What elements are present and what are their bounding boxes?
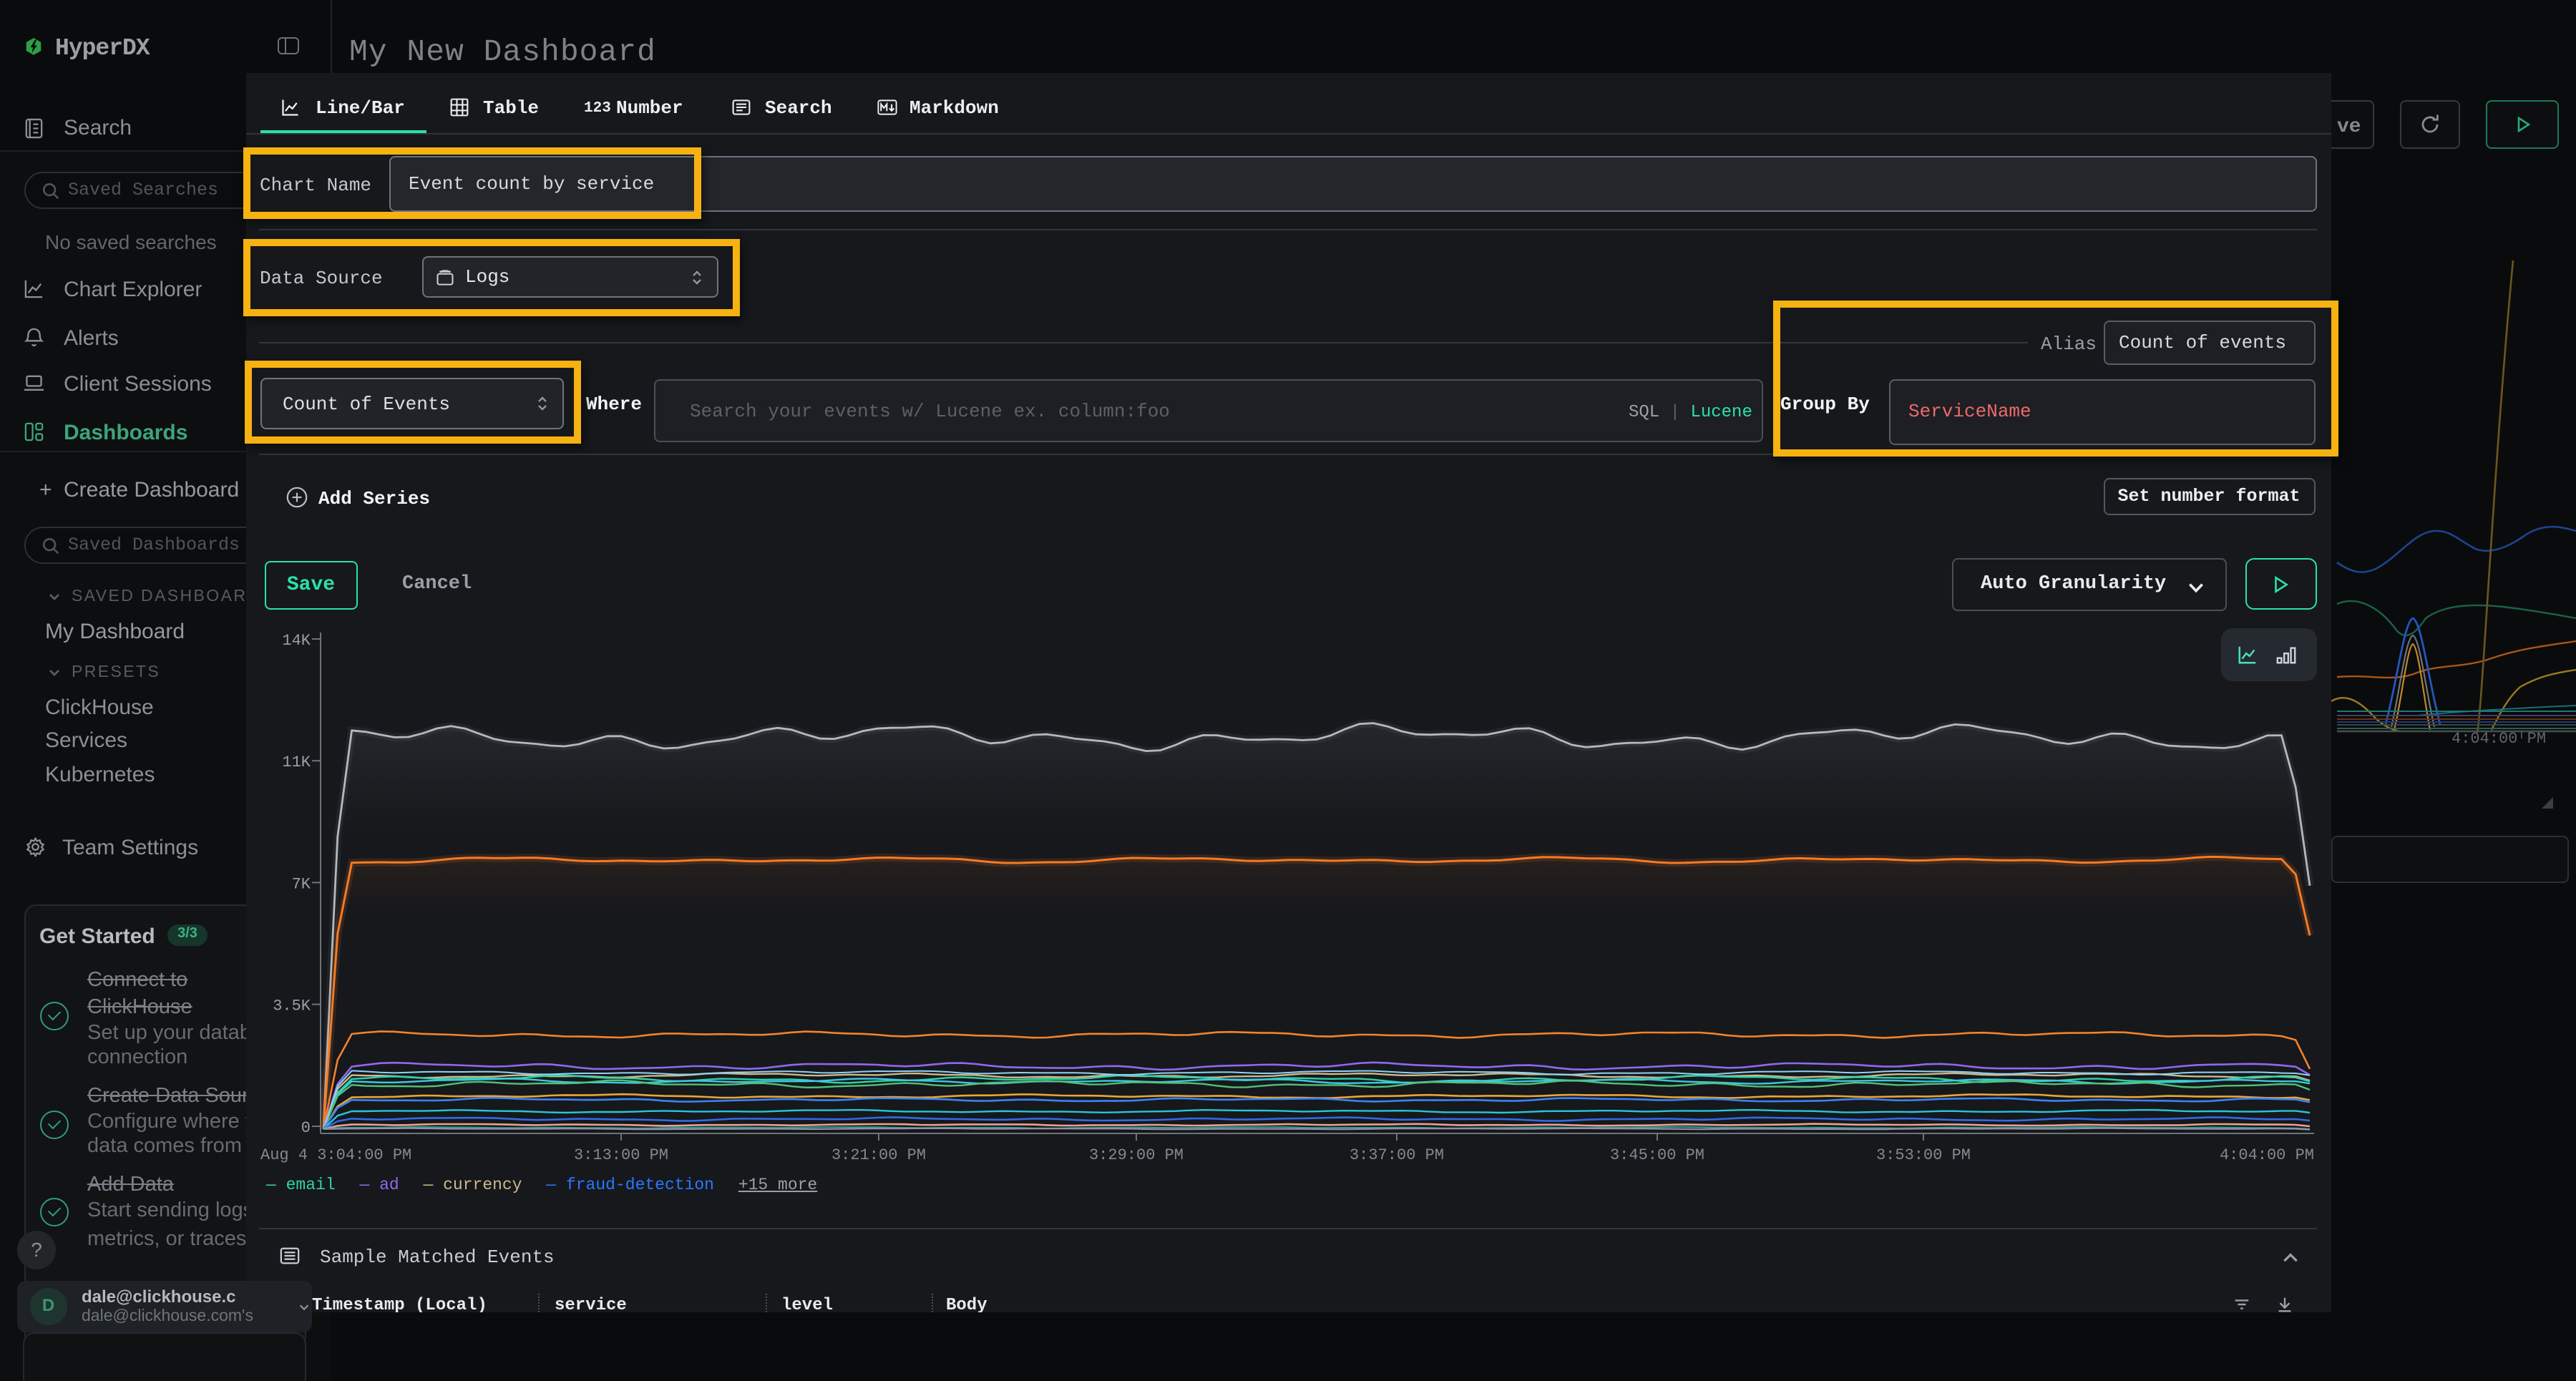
svg-text:7K: 7K [292,876,311,894]
svg-text:11K: 11K [282,754,311,772]
svg-text:3.5K: 3.5K [273,997,311,1015]
svg-text:3:37:00 PM: 3:37:00 PM [1350,1147,1444,1165]
svg-text:3:53:00 PM: 3:53:00 PM [1876,1147,1971,1165]
svg-text:4:04:00 PM: 4:04:00 PM [2220,1147,2314,1165]
svg-text:14K: 14K [282,633,311,650]
svg-text:3:45:00 PM: 3:45:00 PM [1610,1147,1704,1165]
svg-text:0: 0 [301,1120,311,1138]
svg-text:3:29:00 PM: 3:29:00 PM [1089,1147,1184,1165]
svg-text:Aug 4 3:04:00 PM: Aug 4 3:04:00 PM [260,1147,411,1165]
svg-text:3:13:00 PM: 3:13:00 PM [574,1147,668,1165]
svg-text:3:21:00 PM: 3:21:00 PM [831,1147,926,1165]
